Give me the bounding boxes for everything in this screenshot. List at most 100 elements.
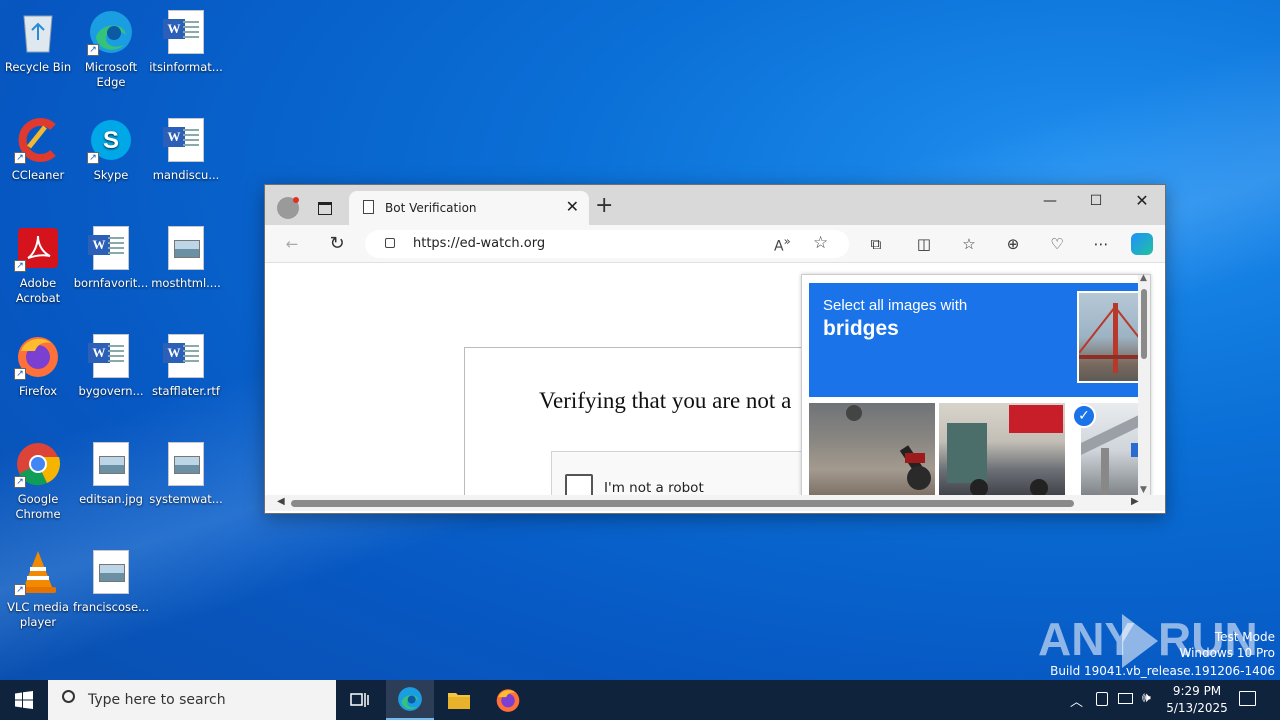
horizontal-scrollbar[interactable]: ◀ ▶: [265, 495, 1165, 511]
scroll-down-icon[interactable]: ▼: [1140, 485, 1147, 495]
search-icon: [62, 690, 75, 703]
favorites-icon[interactable]: ☆: [958, 233, 980, 255]
notifications-icon[interactable]: [1239, 691, 1256, 706]
word-document-icon: W: [87, 332, 135, 380]
shortcut-arrow-icon: ↗: [14, 368, 26, 380]
play-triangle-icon: [1122, 614, 1158, 668]
desktop-icon-label: franciscose...: [73, 600, 150, 614]
new-tab-icon[interactable]: +: [595, 193, 613, 218]
word-document-icon: W: [162, 332, 210, 380]
collections-icon[interactable]: ⊕: [1002, 233, 1024, 255]
challenge-tile-1[interactable]: [809, 403, 935, 496]
show-hidden-icons-icon[interactable]: ︿: [1070, 691, 1083, 710]
profile-notification-dot: [293, 197, 299, 203]
volume-icon[interactable]: 🕪: [1142, 690, 1151, 706]
taskbar-search-box[interactable]: Type here to search: [48, 680, 336, 720]
desktop-icon-itsinformat[interactable]: W itsinformat...: [148, 8, 224, 75]
desktop-icon-label: bygovern...: [78, 384, 144, 398]
extensions-icon[interactable]: ⧉: [865, 233, 887, 255]
minimize-icon[interactable]: —: [1027, 185, 1073, 217]
challenge-scrollbar[interactable]: ▲ ▼: [1138, 273, 1150, 496]
image-file-icon: [87, 548, 135, 596]
scroll-thumb[interactable]: [1141, 289, 1147, 359]
desktop-icon-microsoft-edge[interactable]: ↗ Microsoft Edge: [73, 8, 149, 90]
taskbar-edge-button[interactable]: [386, 680, 434, 720]
desktop-icon-label: CCleaner: [11, 168, 65, 182]
desktop-icon-label: mosthtml....: [151, 276, 221, 290]
browser-titlebar[interactable]: Bot Verification ✕ + — ☐ ✕: [265, 185, 1165, 225]
edge-icon: ↗: [87, 8, 135, 56]
desktop-icon-label: systemwat...: [149, 492, 223, 506]
tab-actions-icon[interactable]: [318, 202, 332, 215]
challenge-tile-2[interactable]: [939, 403, 1065, 496]
svg-text:S: S: [103, 127, 119, 154]
device-icon[interactable]: [1096, 692, 1108, 706]
desktop-icon-skype[interactable]: S ↗ Skype: [73, 116, 149, 183]
checkbox-label: I'm not a robot: [604, 480, 704, 496]
windows-logo-icon: [15, 691, 33, 709]
skype-icon: S ↗: [87, 116, 135, 164]
taskbar-firefox-button[interactable]: [484, 680, 532, 720]
scroll-left-icon[interactable]: ◀: [277, 496, 285, 507]
desktop-icon-bygovern[interactable]: W bygovern...: [73, 332, 149, 399]
desktop-icon-mosthtml[interactable]: mosthtml....: [148, 224, 224, 291]
close-window-icon[interactable]: ✕: [1119, 185, 1165, 217]
page-viewport[interactable]: Verifying that you are not a I'm not a r…: [268, 264, 1164, 496]
task-view-button[interactable]: [336, 680, 384, 720]
desktop-icon-label: Adobe Acrobat: [15, 276, 61, 305]
clock-time: 9:29 PM: [1172, 684, 1222, 698]
image-file-icon: [162, 440, 210, 488]
desktop-icon-stafflater[interactable]: W stafflater.rtf: [148, 332, 224, 399]
system-clock[interactable]: 9:29 PM 5/13/2025: [1164, 683, 1230, 717]
back-arrow-icon[interactable]: ←: [281, 233, 303, 255]
network-icon[interactable]: [1118, 693, 1133, 704]
desktop-icon-systemwat[interactable]: systemwat...: [148, 440, 224, 507]
desktop-icon-franciscose[interactable]: franciscose...: [73, 548, 149, 615]
desktop-icon-ccleaner[interactable]: ↗ CCleaner: [0, 116, 76, 183]
scroll-up-icon[interactable]: ▲: [1140, 273, 1147, 283]
desktop-icon-bornfavorit[interactable]: W bornfavorit...: [73, 224, 149, 291]
desktop-icon-label: mandiscu...: [152, 168, 220, 182]
challenge-target: bridges: [823, 317, 899, 340]
refresh-icon[interactable]: ↻: [326, 233, 348, 255]
desktop-icon-editsan[interactable]: editsan.jpg: [73, 440, 149, 507]
recycle-bin-icon: [14, 8, 62, 56]
more-menu-icon[interactable]: ⋯: [1090, 233, 1112, 255]
desktop-icon-label: Recycle Bin: [4, 60, 72, 74]
address-bar[interactable]: https://ed-watch.org A» ☆: [365, 230, 849, 258]
shortcut-arrow-icon: ↗: [87, 152, 99, 164]
desktop-icon-adobe-acrobat[interactable]: ↗ Adobe Acrobat: [0, 224, 76, 306]
ccleaner-icon: ↗: [14, 116, 62, 164]
desktop-icon-label: Firefox: [18, 384, 58, 398]
desktop-icon-firefox[interactable]: ↗ Firefox: [0, 332, 76, 399]
search-placeholder: Type here to search: [88, 692, 226, 708]
selected-check-icon: ✓: [1072, 404, 1096, 428]
copilot-icon[interactable]: [1131, 233, 1153, 255]
test-mode-label: Test Mode: [1214, 630, 1275, 644]
shortcut-arrow-icon: ↗: [87, 44, 99, 56]
shortcut-arrow-icon: ↗: [14, 476, 26, 488]
read-aloud-icon[interactable]: A»: [774, 234, 791, 255]
start-button[interactable]: [0, 680, 48, 720]
clock-date: 5/13/2025: [1166, 701, 1228, 715]
taskbar-file-explorer-button[interactable]: [435, 680, 483, 720]
desktop-icon-vlc[interactable]: ↗ VLC media player: [0, 548, 76, 630]
desktop-icon-google-chrome[interactable]: ↗ Google Chrome: [0, 440, 76, 522]
image-file-icon: [162, 224, 210, 272]
desktop-icon-mandiscu[interactable]: W mandiscu...: [148, 116, 224, 183]
edge-browser-window[interactable]: Bot Verification ✕ + — ☐ ✕ ← ↻ https://e…: [264, 184, 1166, 514]
scroll-right-icon[interactable]: ▶: [1131, 496, 1139, 507]
tab-close-icon[interactable]: ✕: [566, 197, 579, 216]
split-screen-icon[interactable]: ◫: [913, 233, 935, 255]
desktop-icon-label: editsan.jpg: [79, 492, 143, 506]
word-document-icon: W: [162, 8, 210, 56]
desktop-icon-recycle-bin[interactable]: Recycle Bin: [0, 8, 76, 75]
maximize-icon[interactable]: ☐: [1073, 185, 1119, 217]
desktop-icon-label: Microsoft Edge: [84, 60, 138, 89]
favorite-star-icon[interactable]: ☆: [813, 233, 828, 253]
browser-essentials-icon[interactable]: ♡: [1046, 233, 1068, 255]
hscroll-thumb[interactable]: [291, 500, 1074, 507]
tab-bot-verification[interactable]: Bot Verification ✕: [349, 191, 589, 225]
not-a-robot-checkbox[interactable]: [565, 474, 593, 496]
acrobat-icon: ↗: [14, 224, 62, 272]
